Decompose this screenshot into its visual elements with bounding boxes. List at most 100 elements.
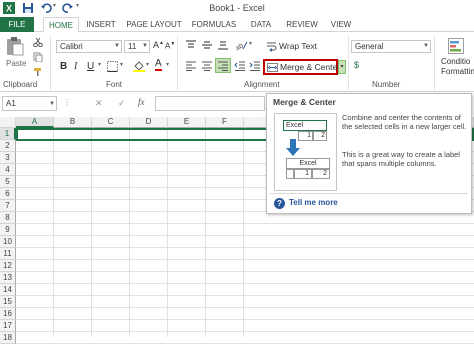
- row-header-15[interactable]: 15: [0, 296, 16, 308]
- font-size-value: 11: [128, 42, 137, 51]
- copy-icon[interactable]: [33, 52, 43, 62]
- number-format-value: General: [355, 42, 384, 51]
- row-gridline: [16, 259, 474, 260]
- column-gridline: [53, 128, 54, 337]
- row-gridline: [16, 307, 474, 308]
- row-header-14[interactable]: 14: [0, 284, 16, 296]
- bottom-align-icon[interactable]: [217, 40, 229, 50]
- paste-button[interactable]: Paste: [3, 34, 27, 72]
- font-color-icon[interactable]: A: [155, 59, 162, 71]
- wrap-text-button[interactable]: Wrap Text: [264, 40, 324, 53]
- example-after-blank: [286, 169, 294, 179]
- row-header-1[interactable]: 1: [0, 128, 16, 140]
- middle-align-icon[interactable]: [201, 40, 213, 50]
- cancel-icon[interactable]: ✕: [95, 98, 103, 109]
- conditional-formatting-button[interactable]: Conditio Formattin: [438, 36, 474, 80]
- row-header-2[interactable]: 2: [0, 140, 16, 152]
- increase-font-icon[interactable]: A▲: [153, 40, 164, 50]
- row-header-10[interactable]: 10: [0, 236, 16, 248]
- orientation-icon[interactable]: ab: [234, 38, 248, 51]
- tab-insert[interactable]: INSERT: [84, 17, 118, 32]
- window-title: Book1 - Excel: [209, 3, 265, 13]
- row-gridline: [16, 283, 474, 284]
- font-name-dropdown[interactable]: Calibri ▼: [56, 40, 122, 53]
- bold-icon[interactable]: B: [60, 61, 67, 72]
- tooltip-title: Merge & Center: [273, 97, 336, 107]
- row-header-18[interactable]: 18: [0, 332, 16, 344]
- underline-dropdown-icon[interactable]: ▾: [98, 61, 101, 68]
- tab-review[interactable]: REVIEW: [284, 17, 320, 32]
- row-header-7[interactable]: 7: [0, 200, 16, 212]
- fill-color-icon[interactable]: [133, 60, 145, 72]
- font-group-label: Font: [106, 80, 123, 89]
- tab-page-layout[interactable]: PAGE LAYOUT: [126, 17, 182, 32]
- tab-view[interactable]: VIEW: [328, 17, 354, 32]
- tab-home[interactable]: HOME: [43, 17, 79, 33]
- merge-center-label: Merge & Center: [280, 62, 340, 72]
- select-all-button[interactable]: [0, 117, 16, 128]
- row-header-5[interactable]: 5: [0, 176, 16, 188]
- row-header-9[interactable]: 9: [0, 224, 16, 236]
- row-header-3[interactable]: 3: [0, 152, 16, 164]
- fill-color-dropdown-icon[interactable]: ▾: [146, 61, 149, 68]
- row-gridline: [16, 223, 474, 224]
- increase-indent-icon[interactable]: [249, 61, 261, 71]
- merge-center-button[interactable]: Merge & Center: [263, 59, 340, 75]
- column-header-a[interactable]: A: [16, 117, 54, 128]
- decrease-font-icon[interactable]: A▼: [165, 41, 175, 51]
- row-header-16[interactable]: 16: [0, 308, 16, 320]
- chevron-down-icon: ▼: [49, 101, 55, 107]
- column-header-e[interactable]: E: [168, 117, 206, 128]
- tooltip-tip: This is a great way to create a label th…: [342, 150, 460, 168]
- tab-formulas[interactable]: FORMULAS: [191, 17, 237, 32]
- tab-file[interactable]: FILE: [0, 17, 34, 32]
- row-header-13[interactable]: 13: [0, 272, 16, 284]
- row-header-11[interactable]: 11: [0, 248, 16, 260]
- borders-icon[interactable]: [107, 61, 118, 72]
- help-icon[interactable]: ?: [274, 198, 285, 209]
- decrease-indent-icon[interactable]: [234, 61, 246, 71]
- row-header-4[interactable]: 4: [0, 164, 16, 176]
- row-header-12[interactable]: 12: [0, 260, 16, 272]
- top-align-icon[interactable]: [185, 40, 197, 50]
- example-before-val1: 1: [298, 131, 313, 141]
- row-gridline: [16, 271, 474, 272]
- format-painter-icon[interactable]: [33, 67, 43, 77]
- number-format-dropdown[interactable]: General ▼: [351, 40, 431, 53]
- row-header-8[interactable]: 8: [0, 212, 16, 224]
- align-center-icon[interactable]: [201, 61, 213, 71]
- formula-bar-dots: ⋮: [63, 98, 71, 107]
- formula-input[interactable]: [155, 96, 265, 111]
- paste-label: Paste: [6, 59, 27, 68]
- merge-center-dropdown[interactable]: ▾: [338, 60, 346, 74]
- accounting-format-icon[interactable]: $: [354, 60, 359, 70]
- underline-icon[interactable]: U: [87, 61, 94, 72]
- font-color-dropdown-icon[interactable]: ▾: [166, 61, 169, 68]
- tell-me-more-link[interactable]: Tell me more: [289, 198, 338, 207]
- column-header-d[interactable]: D: [130, 117, 168, 128]
- alignment-group-label: Alignment: [244, 80, 280, 89]
- font-size-dropdown[interactable]: 11 ▼: [124, 40, 150, 53]
- column-header-c[interactable]: C: [92, 117, 130, 128]
- name-box[interactable]: A1 ▼: [2, 96, 57, 111]
- column-gridline: [91, 128, 92, 337]
- ribbon-separator: [50, 36, 51, 90]
- insert-function-icon[interactable]: fx: [138, 97, 145, 107]
- orientation-dropdown-icon[interactable]: ▾: [249, 40, 252, 47]
- column-header-f[interactable]: F: [206, 117, 244, 128]
- conditional-formatting-icon: [448, 38, 464, 54]
- row-gridline: [16, 295, 474, 296]
- tab-data[interactable]: DATA: [246, 17, 276, 32]
- italic-icon[interactable]: I: [74, 61, 77, 72]
- align-right-button[interactable]: [215, 58, 231, 73]
- cut-icon[interactable]: [33, 37, 43, 47]
- example-before-cell: Excel: [283, 120, 327, 131]
- example-after-val2: 2: [312, 169, 330, 179]
- conditional-formatting-label-2: Formattin: [441, 67, 474, 76]
- row-header-17[interactable]: 17: [0, 320, 16, 332]
- column-header-b[interactable]: B: [54, 117, 92, 128]
- borders-dropdown-icon[interactable]: ▾: [120, 61, 123, 68]
- row-header-6[interactable]: 6: [0, 188, 16, 200]
- enter-icon[interactable]: ✓: [118, 98, 126, 109]
- align-left-icon[interactable]: [185, 61, 197, 71]
